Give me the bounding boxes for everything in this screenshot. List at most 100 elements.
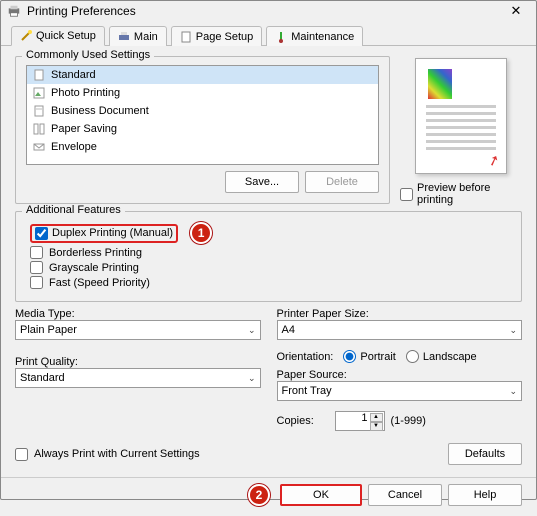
print-quality-label: Print Quality:	[15, 356, 261, 368]
callout-1: 1	[190, 222, 212, 244]
callout-2: 2	[248, 484, 270, 506]
group-legend: Additional Features	[22, 204, 125, 216]
list-item[interactable]: Paper Saving	[27, 120, 378, 138]
duplex-highlight: Duplex Printing (Manual)	[30, 224, 178, 243]
preview-label: Preview before printing	[417, 182, 522, 206]
commonly-used-group: Commonly Used Settings Standard Photo Pr…	[15, 56, 390, 204]
list-item[interactable]: Business Document	[27, 102, 378, 120]
spin-down[interactable]: ▼	[370, 422, 383, 431]
help-button[interactable]: Help	[448, 484, 522, 506]
list-item-label: Standard	[51, 69, 96, 81]
copies-value: 1	[361, 412, 367, 424]
copies-range: (1-999)	[391, 415, 426, 427]
tab-content: Commonly Used Settings Standard Photo Pr…	[1, 46, 536, 473]
always-print-checkbox[interactable]	[15, 448, 28, 461]
additional-features-group: Additional Features Duplex Printing (Man…	[15, 211, 522, 302]
grayscale-row[interactable]: Grayscale Printing	[30, 261, 511, 274]
tab-quick-setup[interactable]: Quick Setup	[11, 26, 105, 46]
copies-spinner[interactable]: ▲▼	[370, 413, 383, 431]
chevron-down-icon: ⌄	[509, 386, 517, 397]
copies-input[interactable]: 1 ▲▼	[335, 411, 385, 431]
paper-source-dropdown[interactable]: Front Tray ⌄	[277, 381, 523, 401]
media-type-dropdown[interactable]: Plain Paper ⌄	[15, 320, 261, 340]
landscape-option[interactable]: Landscape	[406, 350, 477, 363]
tab-label: Main	[134, 31, 158, 43]
list-item[interactable]: Photo Printing	[27, 84, 378, 102]
preview-column: ➚ Preview before printing	[400, 58, 522, 206]
orientation-label: Orientation:	[277, 351, 334, 363]
dropdown-value: Plain Paper	[20, 324, 77, 336]
dialog-buttons: 2 OK Cancel Help	[1, 477, 536, 516]
preview-thumbnail: ➚	[415, 58, 507, 174]
spin-up[interactable]: ▲	[370, 413, 383, 422]
grayscale-checkbox[interactable]	[30, 261, 43, 274]
borderless-checkbox[interactable]	[30, 246, 43, 259]
landscape-label: Landscape	[423, 351, 477, 363]
dropdown-value: A4	[282, 324, 295, 336]
settings-list[interactable]: Standard Photo Printing Business Documen…	[26, 65, 379, 165]
chevron-down-icon: ⌄	[509, 325, 517, 336]
photo-icon	[33, 87, 45, 99]
wand-icon	[20, 30, 32, 42]
portrait-radio[interactable]	[343, 350, 356, 363]
save-button[interactable]: Save...	[225, 171, 299, 193]
window-title: Printing Preferences	[27, 4, 502, 18]
portrait-option[interactable]: Portrait	[343, 350, 395, 363]
group-legend: Commonly Used Settings	[22, 49, 154, 61]
dropdown-value: Front Tray	[282, 385, 332, 397]
doc-icon	[33, 69, 45, 81]
print-quality-dropdown[interactable]: Standard ⌄	[15, 368, 261, 388]
gradient-swatch	[428, 69, 452, 99]
tab-page-setup[interactable]: Page Setup	[171, 26, 263, 46]
preview-checkbox[interactable]	[400, 188, 413, 201]
envelope-icon	[33, 141, 45, 153]
media-type-label: Media Type:	[15, 308, 261, 320]
tab-label: Page Setup	[196, 31, 254, 43]
tools-icon	[275, 31, 287, 43]
delete-button[interactable]: Delete	[305, 171, 379, 193]
always-print-label: Always Print with Current Settings	[34, 448, 200, 460]
tab-bar: Quick Setup Main Page Setup Maintenance	[1, 21, 536, 46]
fast-label: Fast (Speed Priority)	[49, 277, 150, 289]
tab-label: Quick Setup	[36, 30, 96, 42]
page-icon	[180, 31, 192, 43]
printer-icon	[7, 4, 21, 18]
portrait-label: Portrait	[360, 351, 395, 363]
list-item-label: Business Document	[51, 105, 149, 117]
ok-button[interactable]: OK	[280, 484, 362, 506]
nup-icon	[33, 123, 45, 135]
grayscale-label: Grayscale Printing	[49, 262, 139, 274]
paper-source-label: Paper Source:	[277, 369, 523, 381]
list-item[interactable]: Envelope	[27, 138, 378, 156]
list-item-label: Paper Saving	[51, 123, 117, 135]
tab-main[interactable]: Main	[109, 26, 167, 46]
duplex-checkbox[interactable]	[35, 227, 48, 240]
always-print-row[interactable]: Always Print with Current Settings	[15, 448, 200, 461]
duplex-label: Duplex Printing (Manual)	[52, 227, 173, 239]
flip-arrow-icon: ➚	[486, 151, 503, 171]
list-item[interactable]: Standard	[27, 66, 378, 84]
defaults-button[interactable]: Defaults	[448, 443, 522, 465]
tab-maintenance[interactable]: Maintenance	[266, 26, 363, 46]
printer-tab-icon	[118, 31, 130, 43]
tab-label: Maintenance	[291, 31, 354, 43]
copies-label: Copies:	[277, 415, 329, 427]
fast-checkbox[interactable]	[30, 276, 43, 289]
borderless-label: Borderless Printing	[49, 247, 142, 259]
paper-size-label: Printer Paper Size:	[277, 308, 523, 320]
fast-row[interactable]: Fast (Speed Priority)	[30, 276, 511, 289]
chevron-down-icon: ⌄	[248, 325, 256, 336]
borderless-row[interactable]: Borderless Printing	[30, 246, 511, 259]
cancel-button[interactable]: Cancel	[368, 484, 442, 506]
list-item-label: Photo Printing	[51, 87, 120, 99]
printing-preferences-window: Printing Preferences ✕ Quick Setup Main …	[0, 0, 537, 500]
preview-before-printing-check[interactable]: Preview before printing	[400, 182, 522, 206]
chevron-down-icon: ⌄	[248, 373, 256, 384]
doc-icon	[33, 105, 45, 117]
list-item-label: Envelope	[51, 141, 97, 153]
paper-size-dropdown[interactable]: A4 ⌄	[277, 320, 523, 340]
titlebar: Printing Preferences ✕	[1, 1, 536, 21]
dropdown-value: Standard	[20, 372, 65, 384]
landscape-radio[interactable]	[406, 350, 419, 363]
close-button[interactable]: ✕	[502, 1, 530, 21]
